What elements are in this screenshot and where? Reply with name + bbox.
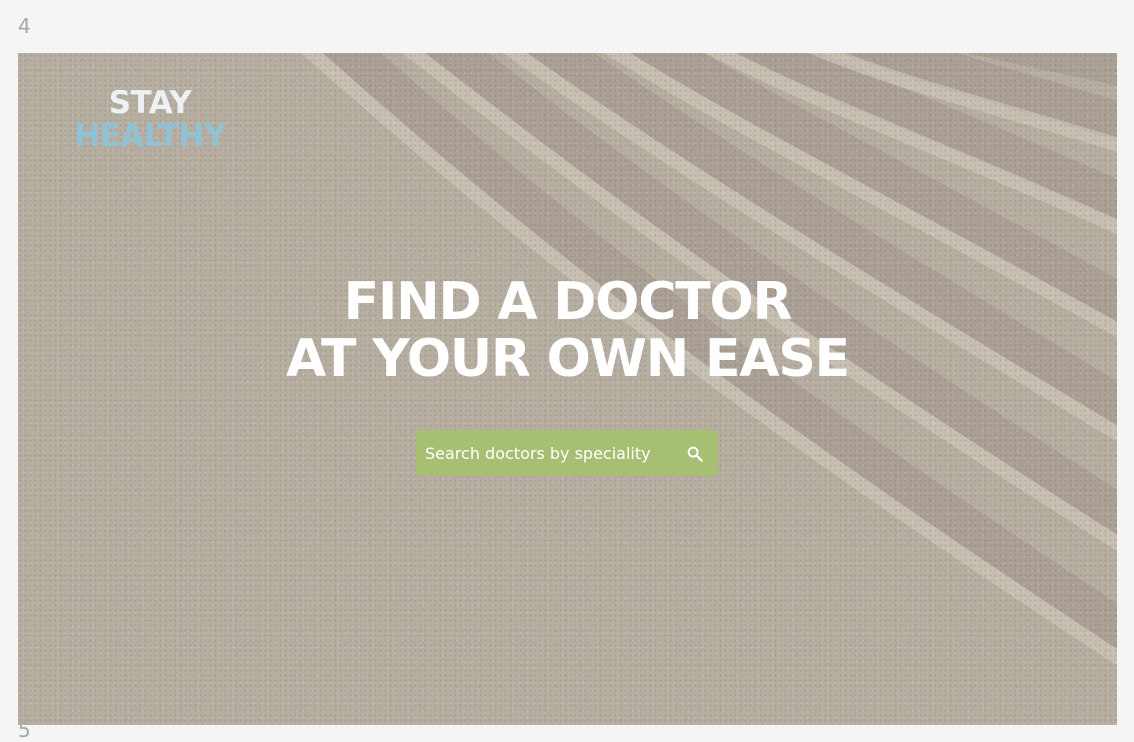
hero-heading: FIND A DOCTOR AT YOUR OWN EASE — [18, 274, 1117, 388]
brand-logo[interactable]: STAY HEALTHY — [66, 87, 234, 153]
search-icon[interactable] — [686, 445, 704, 463]
search-bar — [416, 430, 718, 476]
brand-line-healthy: HEALTHY — [74, 118, 226, 154]
search-input[interactable] — [425, 430, 680, 476]
page-number-bottom: 5 — [18, 718, 31, 742]
hero-frame: STAY HEALTHY FIND A DOCTOR AT YOUR OWN E… — [18, 53, 1117, 725]
hero-heading-line-2: AT YOUR OWN EASE — [286, 329, 850, 389]
brand-line-stay: STAY — [108, 85, 192, 121]
page-number-top: 4 — [18, 14, 31, 38]
hero-heading-line-1: FIND A DOCTOR — [343, 272, 793, 332]
